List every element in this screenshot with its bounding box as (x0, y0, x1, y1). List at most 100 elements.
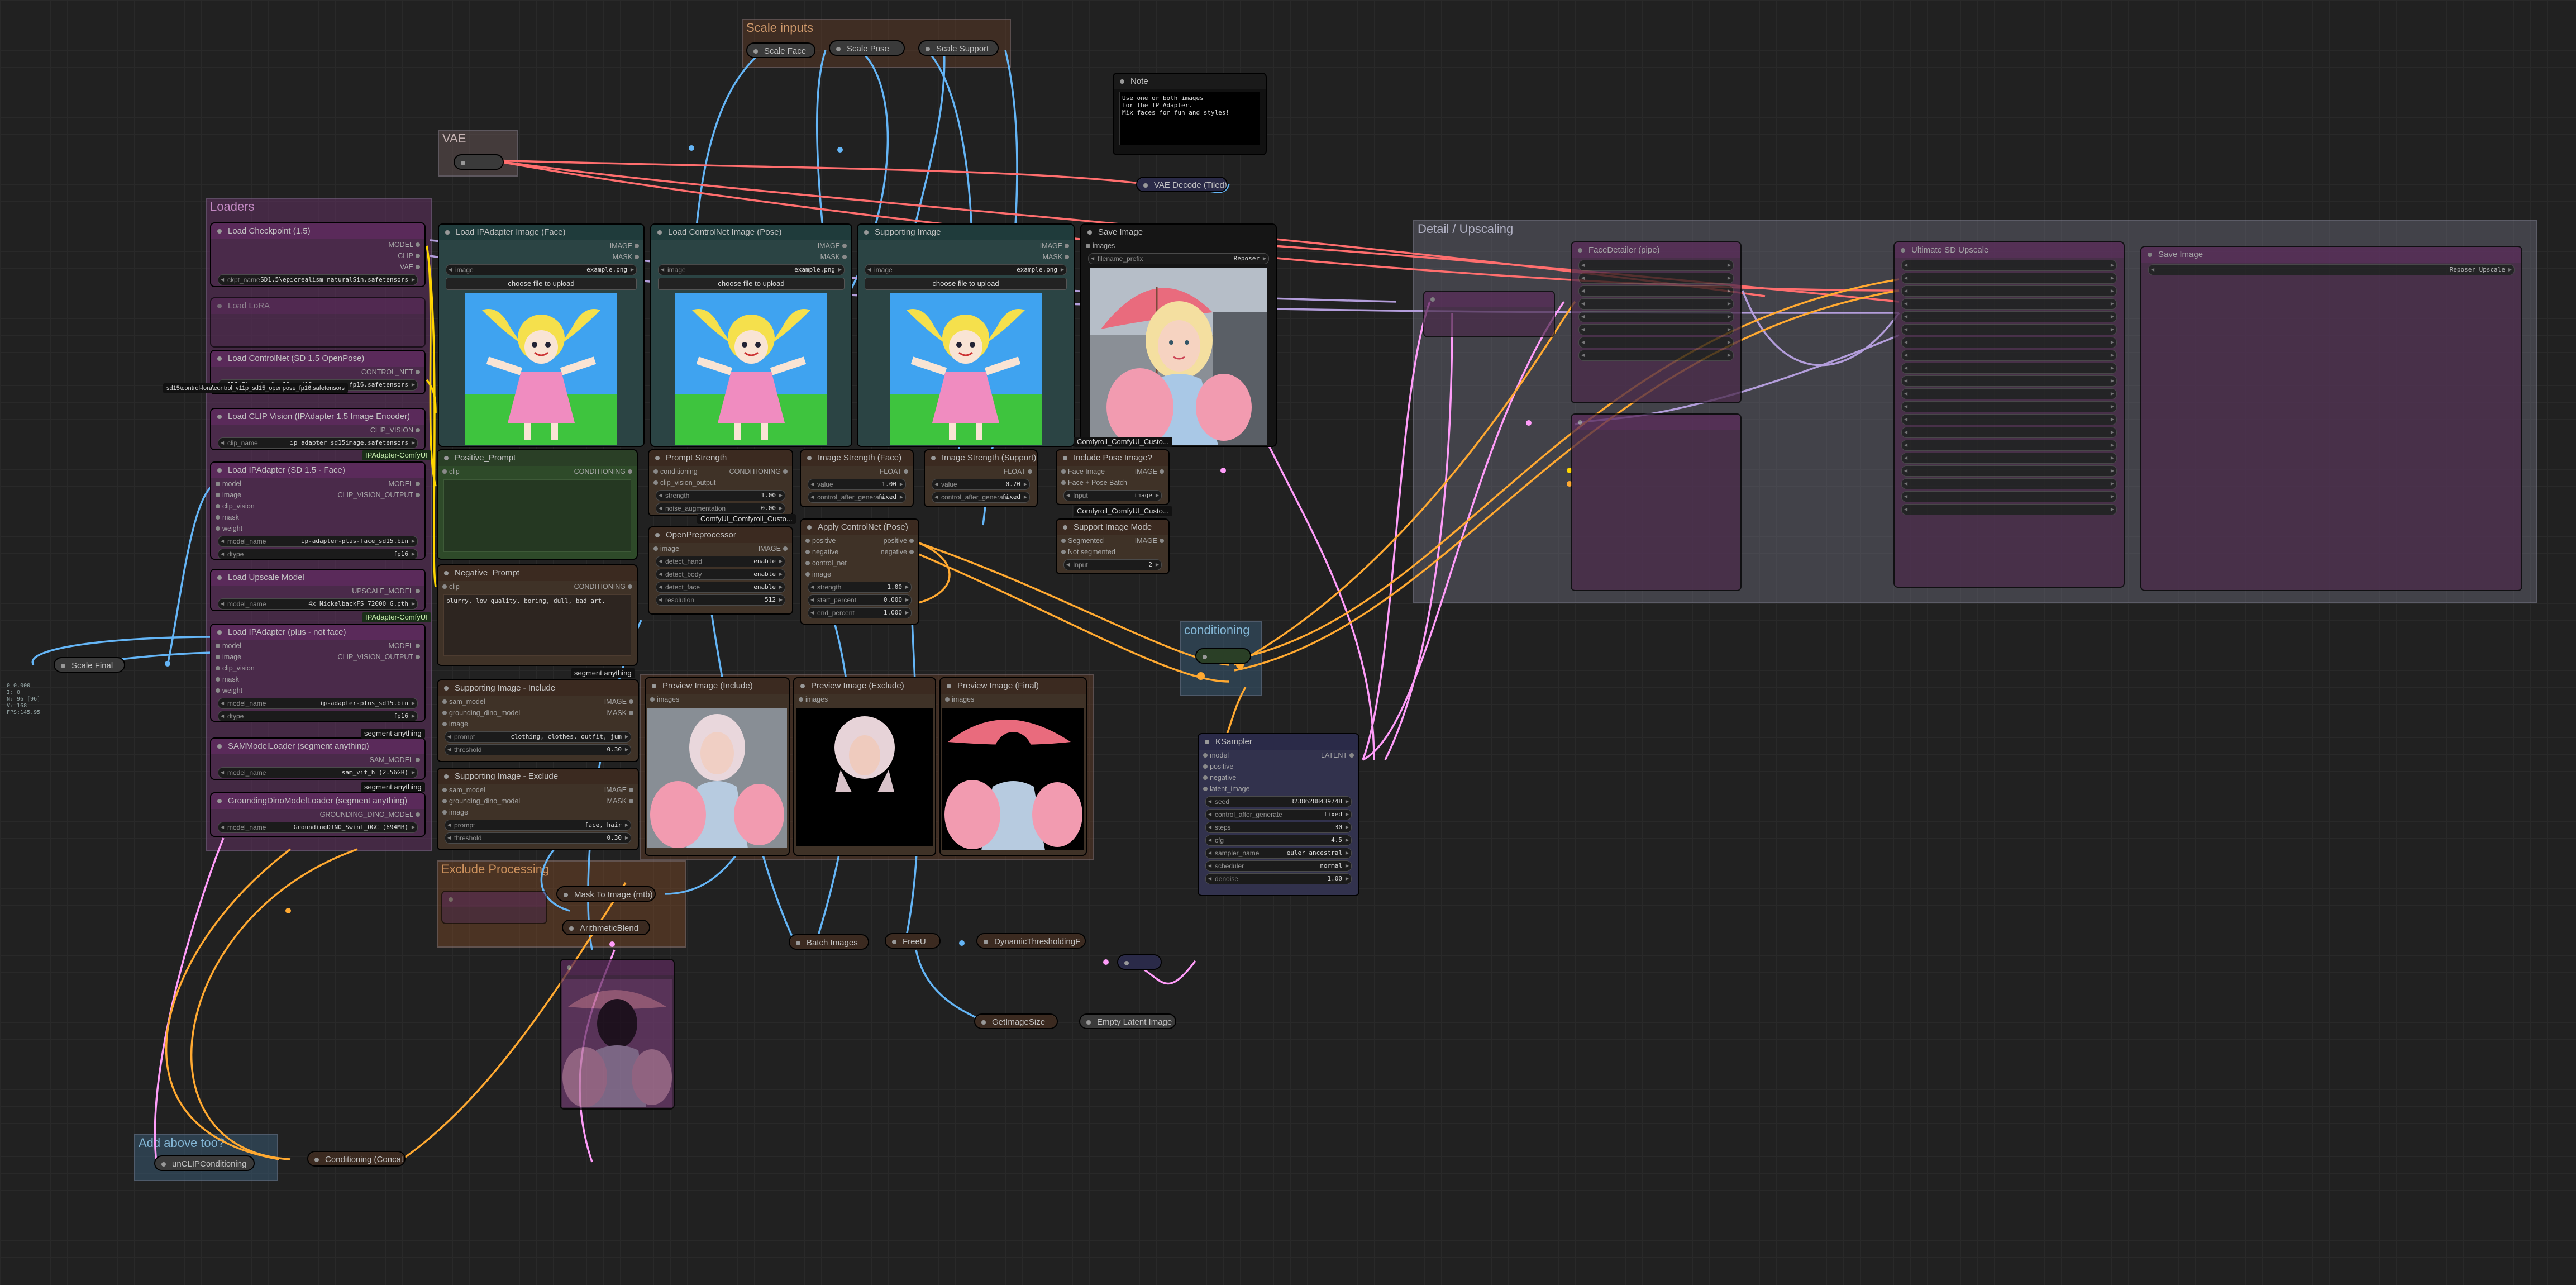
seed-widget[interactable]: seed32386288439748 (1205, 796, 1352, 807)
resolution-widget[interactable]: resolution512 (656, 594, 785, 606)
input-image[interactable]: image (215, 651, 241, 663)
get-image-size-node[interactable]: GetImageSize (974, 1013, 1058, 1029)
detect-face-widget[interactable]: detect_faceenable (656, 582, 785, 593)
output-mask[interactable]: MASK (607, 707, 634, 718)
output-mask[interactable]: MASK (1043, 251, 1070, 263)
upscale-widget[interactable] (1901, 504, 2117, 515)
input-latent-image[interactable]: latent_image (1203, 783, 1250, 794)
control-after-generate-widget[interactable]: control_after_generatefixed (932, 492, 1030, 503)
detailer-widget[interactable] (1578, 337, 1734, 348)
input-image[interactable]: image (653, 543, 679, 554)
output-image[interactable]: IMAGE (610, 240, 640, 251)
input-image[interactable]: image (215, 489, 241, 501)
supporting-image-exclude-node[interactable]: Supporting Image - Exclude sam_model IMAG… (437, 768, 639, 850)
prompt-strength-node[interactable]: Prompt Strength conditioning CONDITIONING… (648, 449, 793, 516)
empty-latent-image-node[interactable]: Empty Latent Image (1079, 1013, 1176, 1029)
output-image[interactable]: IMAGE (604, 696, 634, 707)
sampler-name-widget[interactable]: sampler_nameeuler_ancestral (1205, 848, 1352, 859)
upscale-widget[interactable] (1901, 375, 2117, 387)
ipadapter-face-node[interactable]: Load IPAdapter (SD 1.5 - Face) model MODE… (210, 461, 426, 560)
detailer-widget[interactable] (1578, 324, 1734, 335)
output-conditioning[interactable]: CONDITIONING (574, 581, 633, 592)
output-image[interactable]: IMAGE (604, 784, 634, 796)
positive-prompt-node[interactable]: Positive_Prompt clip CONDITIONING (437, 449, 638, 560)
conditioning-concat-node[interactable]: Conditioning (Concat) (307, 1151, 406, 1167)
mask-to-image-node[interactable]: Mask To Image (mtb) (556, 886, 656, 902)
supporting-image-include-node[interactable]: Supporting Image - Include sam_model IMAG… (437, 679, 639, 762)
input-clip-vision[interactable]: clip_vision (216, 663, 255, 674)
detailer-widget[interactable] (1578, 350, 1734, 361)
ksampler-node[interactable]: KSampler model LATENT positive negative l… (1198, 733, 1359, 896)
input-weight[interactable]: weight (215, 523, 242, 534)
image-strength-face-node[interactable]: Image Strength (Face) FLOAT value1.00 co… (800, 449, 914, 507)
exclude-mask-node[interactable] (441, 891, 547, 924)
upscale-widget[interactable] (1901, 453, 2117, 464)
output-image[interactable]: IMAGE (1135, 535, 1165, 546)
openpose-preprocessor-node[interactable]: OpenPreprocessor image IMAGE detect_hande… (648, 526, 793, 615)
input-conditioning[interactable]: conditioning (653, 466, 698, 477)
output-negative[interactable]: negative (881, 546, 914, 558)
upscale-widget[interactable] (1901, 350, 2117, 361)
output-clip[interactable]: CLIP (398, 250, 420, 261)
threshold-widget[interactable]: threshold0.30 (445, 832, 631, 844)
ultimate-sd-upscale-node[interactable]: Ultimate SD Upscale (1893, 241, 2125, 588)
prompt-widget[interactable]: promptface, hair (445, 820, 631, 831)
input-mask[interactable]: mask (216, 674, 239, 685)
load-upscale-model-node[interactable]: Load Upscale Model UPSCALE_MODEL model_n… (210, 569, 426, 611)
image-file-widget[interactable]: imageexample.png (865, 264, 1067, 275)
input-segmented[interactable]: Segmented (1061, 535, 1104, 546)
upscale-widget[interactable] (1901, 440, 2117, 451)
upscale-widget[interactable] (1901, 427, 2117, 438)
output-image[interactable]: IMAGE (759, 543, 788, 554)
preview-image-final-node[interactable]: Preview Image (Final) images (939, 677, 1087, 856)
input-clip-vision-output[interactable]: clip_vision_output (653, 477, 715, 488)
input-select-widget[interactable]: Input2 (1063, 559, 1162, 570)
input-weight[interactable]: weight (215, 685, 242, 696)
latent-reroute-node[interactable] (1117, 954, 1162, 970)
output-float[interactable]: FLOAT (880, 466, 909, 477)
conditioning-reroute-node[interactable] (1195, 648, 1251, 664)
support-image-mode-node[interactable]: Support Image Mode Segmented IMAGE Not se… (1056, 518, 1170, 574)
detect-hand-widget[interactable]: detect_handenable (656, 556, 785, 567)
output-clip-vision-output[interactable]: CLIP_VISION_OUTPUT (338, 651, 421, 663)
output-sam-model[interactable]: SAM_MODEL (370, 754, 420, 765)
upscale-widget[interactable] (1901, 311, 2117, 322)
detailer-widget[interactable] (1578, 311, 1734, 322)
model-name-widget[interactable]: model_nameip-adapter-plus_sd15.bin (218, 698, 418, 709)
upload-button[interactable]: choose file to upload (446, 278, 637, 290)
scale-face-node[interactable]: Scale Face (746, 42, 815, 58)
detail-preview-node[interactable] (1571, 413, 1742, 591)
scale-final-node[interactable]: Scale Final (54, 657, 125, 673)
denoise-widget[interactable]: denoise1.00 (1205, 873, 1352, 884)
load-ipadapter-image-face-node[interactable]: Load IPAdapter Image (Face) IMAGE MASK i… (438, 223, 645, 447)
input-positive[interactable]: positive (1203, 761, 1233, 772)
input-sam-model[interactable]: sam_model (442, 784, 485, 796)
output-latent[interactable]: LATENT (1321, 750, 1354, 761)
output-model[interactable]: MODEL (389, 640, 421, 651)
input-negative[interactable]: negative (1203, 772, 1236, 783)
value-widget[interactable]: value0.70 (932, 479, 1030, 490)
upload-button[interactable]: choose file to upload (865, 278, 1067, 290)
load-controlnet-image-pose-node[interactable]: Load ControlNet Image (Pose) IMAGE MASK … (650, 223, 852, 447)
upscale-widget[interactable] (1901, 260, 2117, 271)
arithmetic-blend-node[interactable]: ArithmeticBlend (562, 920, 650, 935)
scale-support-node[interactable]: Scale Support (918, 40, 999, 56)
input-grounding-dino-model[interactable]: grounding_dino_model (442, 707, 520, 718)
output-conditioning[interactable]: CONDITIONING (574, 466, 633, 477)
input-not-segmented[interactable]: Not segmented (1061, 546, 1115, 558)
model-name-widget[interactable]: model_name4x_NickelbackFS_72000_G.pth (218, 598, 418, 610)
detailer-widget[interactable] (1578, 298, 1734, 310)
vae-reroute-node[interactable] (454, 154, 504, 170)
upscale-widget[interactable] (1901, 273, 2117, 284)
output-clip-vision[interactable]: CLIP_VISION (370, 425, 421, 436)
clip-name-widget[interactable]: clip_nameip_adapter_sd15image.safetensor… (218, 437, 418, 449)
output-conditioning[interactable]: CONDITIONING (729, 466, 788, 477)
upscale-widget[interactable] (1901, 401, 2117, 412)
strength-widget[interactable]: strength1.00 (656, 490, 785, 501)
start-percent-widget[interactable]: start_percent0.000 (808, 594, 912, 606)
prompt-widget[interactable]: promptclothing, clothes, outfit, jum (445, 731, 631, 743)
note-text[interactable]: Use one or both images for the IP Adapte… (1119, 92, 1260, 145)
upscale-widget[interactable] (1901, 465, 2117, 477)
preview-image-exclude-node[interactable]: Preview Image (Exclude) images (793, 677, 936, 856)
output-vae[interactable]: VAE (400, 261, 421, 273)
